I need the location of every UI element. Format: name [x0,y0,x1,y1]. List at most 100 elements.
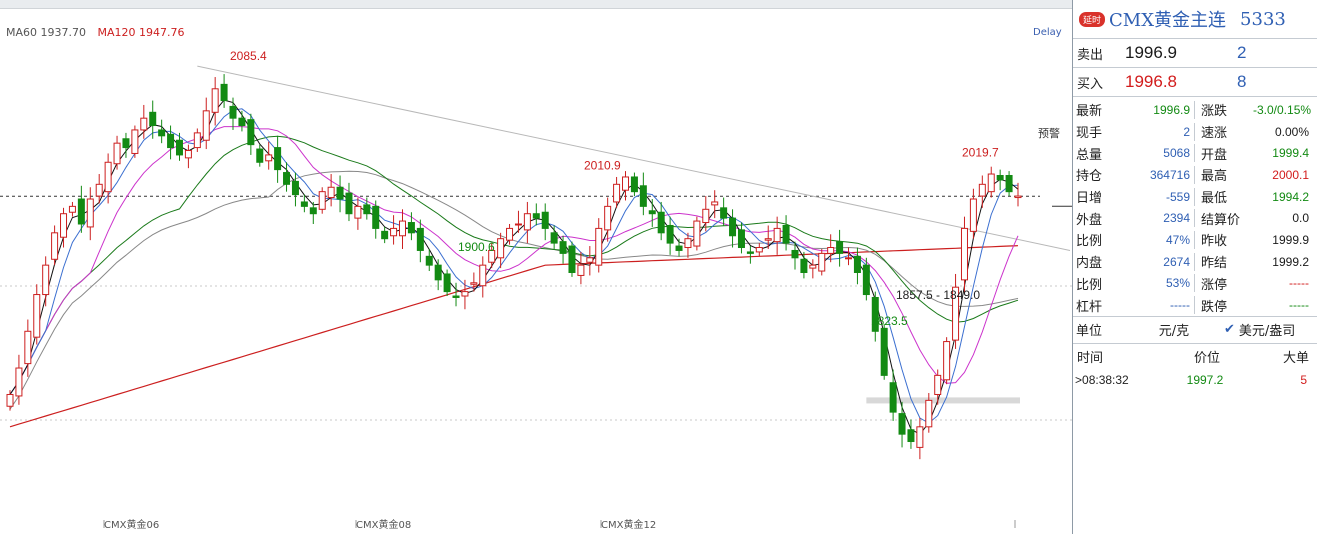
stat-value: 2394 [1163,211,1190,226]
trade-time: >08:38:32 [1075,372,1129,387]
candle-body [960,227,968,281]
stat-label: 速涨 [1201,126,1228,142]
stat-label: 最新 [1076,104,1103,120]
candle-body [613,183,621,203]
candle-body [283,172,291,185]
stats-row: 持仓 364716 最高 2000.1 [1073,164,1317,186]
stats-row: 杠杆 ----- 跌停 ----- [1073,294,1317,316]
unit-option-ounce[interactable]: 美元/盎司 [1239,320,1295,339]
candle-body [425,255,433,266]
candle-body [42,264,50,296]
candle-body [657,211,665,234]
stat-value: 1994.2 [1272,189,1309,204]
unit-option-gram[interactable]: 元/克 [1124,320,1224,339]
candle-body [104,161,112,193]
candle-body [318,191,326,210]
candle-body [33,294,41,338]
candle-body [256,148,264,163]
stat-value: 364716 [1149,167,1190,182]
delay-badge: 延时 [1079,11,1106,27]
stat-divider [1194,122,1195,141]
candle-body [363,204,371,215]
candle-body [51,232,59,260]
candle-body [622,176,630,191]
chart-canvas[interactable]: 2085.4 2010.9 1900.6 2019.7 1823.5 1857.5 - 1… [0,0,1072,534]
candle-body [398,220,406,237]
candlestick-chart[interactable]: 2085.4 2010.9 1900.6 2019.7 1823.5 1857.5 - 1… [0,0,1072,534]
stat-divider [1194,252,1195,271]
trades-big-header: 大单 [1282,351,1309,367]
stat-value: 1999.9 [1272,232,1309,247]
stat-divider [1194,144,1195,163]
candle-body [372,205,380,229]
candle-body [184,150,192,159]
stat-label: 最高 [1201,169,1228,185]
candle-body [916,426,924,448]
stats-row: 日增 -559 最低 1994.2 [1073,186,1317,208]
candle-body [809,264,817,269]
candle-body [782,224,790,244]
candle-body [746,251,754,254]
trade-size: 5 [1300,372,1307,387]
candle-body [818,252,826,272]
price-annotation: 2019.7 [962,146,999,160]
candle-body [113,142,121,165]
x-label-aug: CMX黄金08 [356,520,412,531]
stat-divider [1194,165,1195,184]
candle-body [68,205,76,213]
candle-body [987,173,995,193]
candle-body [586,257,594,263]
candle-body [274,147,282,171]
candle-body [934,374,942,395]
candle-body [443,273,451,293]
candle-body [470,282,478,285]
stats-table: 最新 1996.9 涨跌 -3.0/0.15% 现手 2 速涨 0.00% 总量 5068 开盘 19… [1073,97,1317,317]
instrument-name: CMX黄金主连 [1109,10,1227,31]
quote-panel: 延时 CMX黄金主连 5333 卖出 1996.9 2 买入 1996.8 8 … [1072,0,1317,534]
unit-label: 单位 [1076,324,1103,340]
candle-body [764,238,772,241]
candle-body [416,227,424,251]
candle-body [898,413,906,435]
stat-value: 1999.4 [1272,146,1309,161]
candle-body [880,327,888,376]
stats-row: 总量 5068 开盘 1999.4 [1073,142,1317,164]
ask-price: 1996.9 [1125,43,1177,62]
stat-divider [1194,187,1195,206]
stats-row: 外盘 2394 结算价 0.0 [1073,207,1317,229]
candle-body [95,183,103,197]
candle-body [407,222,415,234]
ma-legend: MA60 1937.70 MA120 1947.76 [6,26,193,39]
stat-divider [1194,100,1195,119]
price-annotation: 2085.4 [230,49,267,63]
candle-body [541,211,549,229]
stat-value: 2000.1 [1272,167,1309,182]
candle-body [327,186,335,199]
ma60-legend: MA60 1937.70 [6,26,86,39]
ask-volume: 2 [1237,43,1247,62]
candle-body [300,201,308,207]
stat-label: 日增 [1076,191,1103,207]
price-annotation: 1857.5 - 1849.0 [896,288,980,302]
stat-divider [1194,209,1195,228]
candle-body [853,255,861,274]
candle-body [969,198,977,232]
stat-label: 跌停 [1201,299,1228,315]
stat-label: 现手 [1076,126,1103,142]
stat-label: 开盘 [1201,147,1228,163]
candle-body [229,105,237,119]
alert-line-label[interactable]: 预警 [1038,125,1060,141]
stat-label: 涨停 [1201,277,1228,293]
stat-value: 2674 [1163,254,1190,269]
candle-body [559,241,567,254]
candle-body [711,201,719,206]
candle-body [24,330,32,365]
candle-body [630,176,638,193]
candle-body [461,291,469,297]
stat-value: -3.0/0.15% [1253,102,1312,117]
trades-time-header: 时间 [1077,351,1104,367]
quote-title: 延时 CMX黄金主连 5333 [1073,0,1317,39]
candle-body [247,119,255,146]
ma120-legend: MA120 1947.76 [97,26,185,39]
price-annotation: 1900.6 [458,240,495,254]
